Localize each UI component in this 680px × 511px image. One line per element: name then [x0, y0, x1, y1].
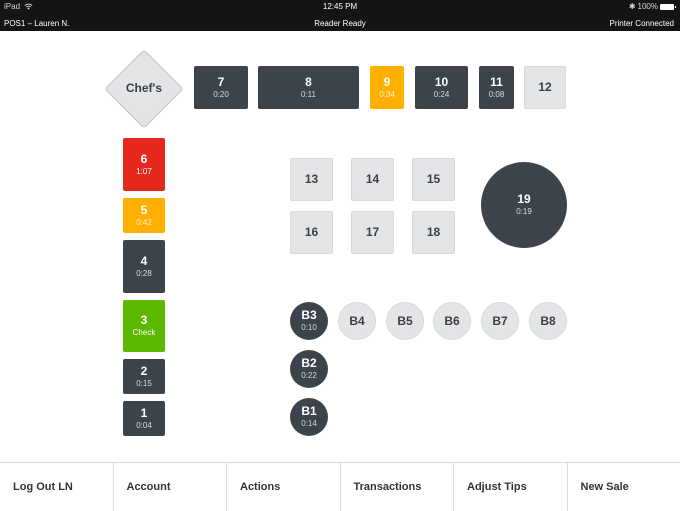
table-number: 11 — [490, 76, 503, 89]
table-timer: 0:15 — [136, 379, 152, 389]
seat-number: B2 — [301, 357, 316, 370]
seat-number: B6 — [444, 315, 459, 328]
battery-icon — [660, 4, 674, 10]
table-number: 8 — [305, 76, 312, 89]
table-5[interactable]: 5 0:42 — [123, 198, 165, 233]
seat-number: B3 — [301, 309, 316, 322]
reader-status: Reader Ready — [0, 19, 680, 28]
bottom-toolbar: Log Out LN Account Actions Transactions … — [0, 462, 680, 511]
bluetooth-icon: ✱ — [629, 2, 636, 11]
status-bar: iPad 12:45 PM ✱ 100% POS1 – Lauren N. Re… — [0, 0, 680, 31]
table-status: Check — [133, 328, 156, 338]
seat-number: B8 — [540, 315, 555, 328]
bar-seat-b3[interactable]: B3 0:10 — [290, 302, 328, 340]
table-number: 5 — [141, 204, 148, 217]
table-number: 12 — [538, 81, 551, 94]
table-7[interactable]: 7 0:20 — [194, 66, 248, 109]
bar-seat-b4[interactable]: B4 — [338, 302, 376, 340]
table-number: 14 — [366, 173, 379, 186]
table-timer: 0:20 — [213, 90, 229, 100]
table-14[interactable]: 14 — [351, 158, 394, 201]
table-3[interactable]: 3 Check — [123, 300, 165, 352]
seat-timer: 0:22 — [301, 371, 317, 381]
actions-button[interactable]: Actions — [227, 463, 341, 511]
account-button[interactable]: Account — [114, 463, 228, 511]
adjust-tips-button[interactable]: Adjust Tips — [454, 463, 568, 511]
table-17[interactable]: 17 — [351, 211, 394, 254]
seat-number: B1 — [301, 405, 316, 418]
table-number: 17 — [366, 226, 379, 239]
table-timer: 0:34 — [379, 90, 395, 100]
table-number: 1 — [141, 407, 148, 420]
table-2[interactable]: 2 0:15 — [123, 359, 165, 394]
seat-number: B7 — [492, 315, 507, 328]
table-number: 15 — [427, 173, 440, 186]
table-number: 10 — [435, 76, 448, 89]
table-19[interactable]: 19 0:19 — [481, 162, 567, 248]
table-timer: 0:19 — [516, 207, 532, 217]
table-number: 3 — [141, 314, 148, 327]
table-1[interactable]: 1 0:04 — [123, 401, 165, 436]
new-sale-button[interactable]: New Sale — [568, 463, 680, 511]
table-8[interactable]: 8 0:11 — [258, 66, 359, 109]
table-number: 18 — [427, 226, 440, 239]
table-number: 4 — [141, 255, 148, 268]
table-number: 16 — [305, 226, 318, 239]
transactions-button[interactable]: Transactions — [341, 463, 455, 511]
table-10[interactable]: 10 0:24 — [415, 66, 468, 109]
bar-seat-b6[interactable]: B6 — [433, 302, 471, 340]
printer-status: Printer Connected — [610, 19, 674, 28]
table-13[interactable]: 13 — [290, 158, 333, 201]
log-out-button[interactable]: Log Out LN — [0, 463, 114, 511]
clock: 12:45 PM — [0, 2, 680, 11]
table-number: 7 — [218, 76, 225, 89]
table-timer: 0:42 — [136, 218, 152, 228]
bar-seat-b1[interactable]: B1 0:14 — [290, 398, 328, 436]
table-timer: 0:28 — [136, 269, 152, 279]
table-number: 19 — [517, 193, 530, 206]
table-timer: 0:08 — [489, 90, 505, 100]
battery-percent: 100% — [638, 2, 658, 11]
table-16[interactable]: 16 — [290, 211, 333, 254]
table-number: 6 — [141, 153, 148, 166]
table-18[interactable]: 18 — [412, 211, 455, 254]
table-number: 2 — [141, 365, 148, 378]
table-number: 13 — [305, 173, 318, 186]
table-chefs-label: Chef's — [108, 81, 180, 95]
table-number: 9 — [384, 76, 391, 89]
table-4[interactable]: 4 0:28 — [123, 240, 165, 293]
table-12[interactable]: 12 — [524, 66, 566, 109]
bar-seat-b8[interactable]: B8 — [529, 302, 567, 340]
table-timer: 0:11 — [301, 90, 316, 100]
bar-seat-b5[interactable]: B5 — [386, 302, 424, 340]
table-timer: 1:07 — [136, 167, 152, 177]
seat-timer: 0:10 — [301, 323, 317, 333]
bar-seat-b7[interactable]: B7 — [481, 302, 519, 340]
table-11[interactable]: 11 0:08 — [479, 66, 514, 109]
table-6[interactable]: 6 1:07 — [123, 138, 165, 191]
bar-seat-b2[interactable]: B2 0:22 — [290, 350, 328, 388]
seat-number: B5 — [397, 315, 412, 328]
seat-number: B4 — [349, 315, 364, 328]
table-timer: 0:24 — [434, 90, 450, 100]
table-15[interactable]: 15 — [412, 158, 455, 201]
table-timer: 0:04 — [136, 421, 152, 431]
table-9[interactable]: 9 0:34 — [370, 66, 404, 109]
seat-timer: 0:14 — [301, 419, 317, 429]
